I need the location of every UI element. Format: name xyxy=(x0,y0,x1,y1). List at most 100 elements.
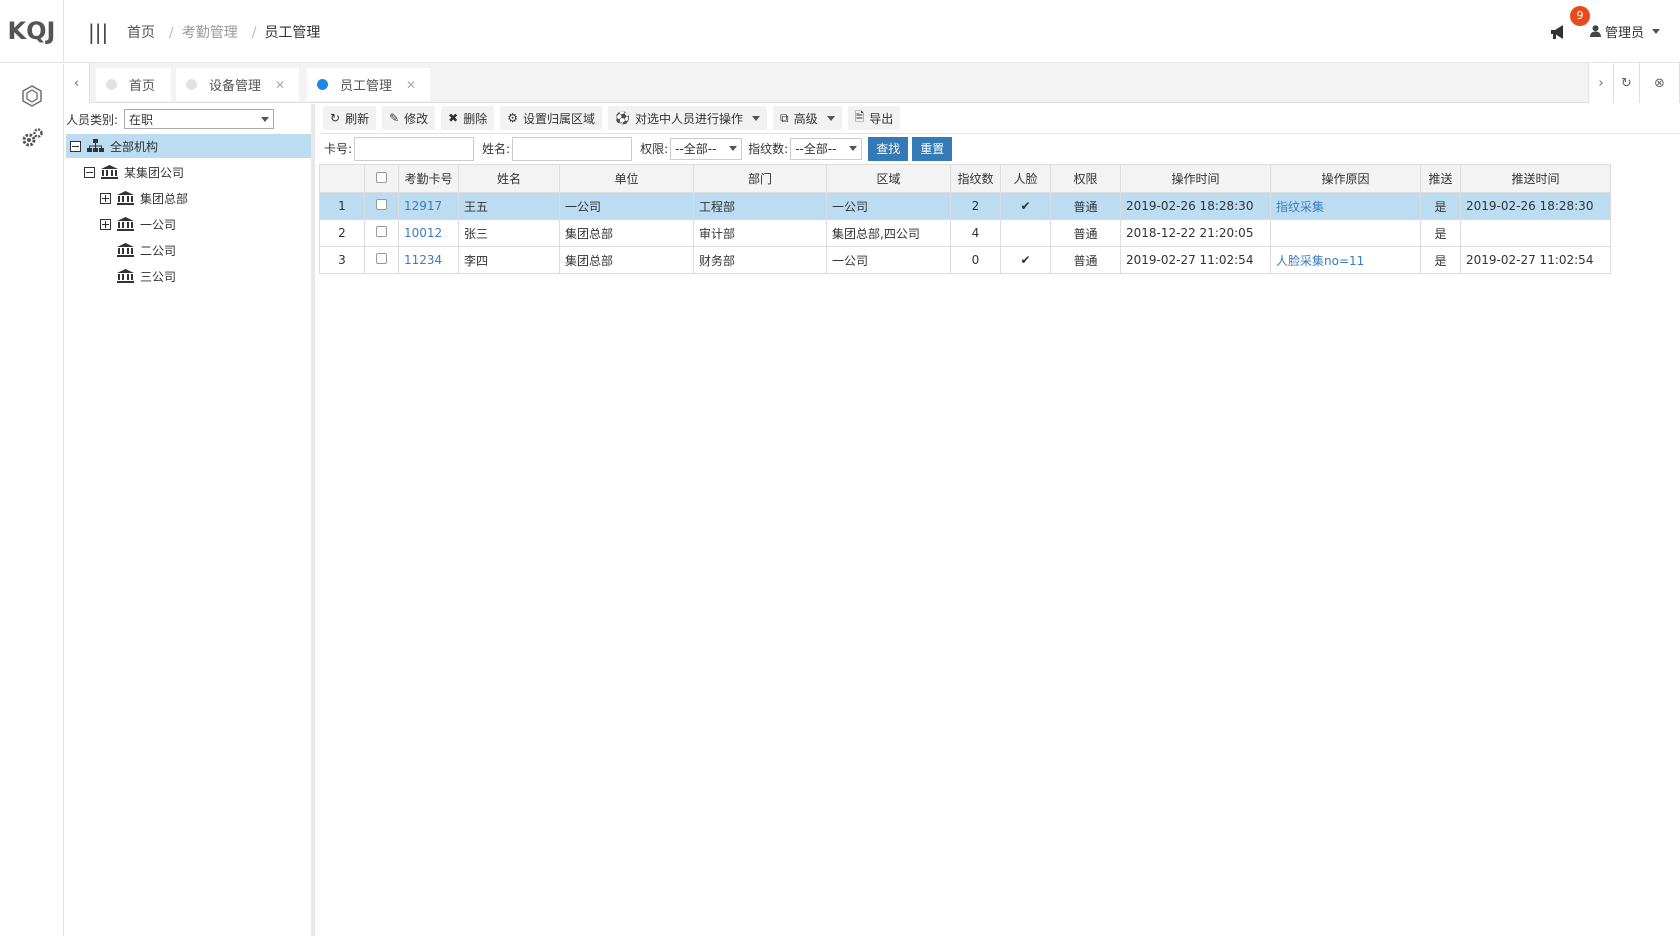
refresh-button[interactable]: ↻ 刷新 xyxy=(323,106,377,130)
notification-megaphone-icon[interactable]: 9 xyxy=(1550,6,1590,42)
op-time-cell: 2019-02-27 11:02:54 xyxy=(1120,246,1271,274)
tree-node-root[interactable]: 全部机构 xyxy=(66,134,311,158)
left-nav xyxy=(0,64,64,936)
column-header[interactable]: 操作时间 xyxy=(1120,164,1271,193)
op-time-cell: 2018-12-22 21:20:05 xyxy=(1120,219,1271,247)
table-row[interactable]: 2 10012 张三 集团总部 审计部 集团总部,四公司 4 普通 2018-1… xyxy=(319,219,1611,247)
search-button[interactable]: 查找 xyxy=(868,136,909,161)
hexagon-icon[interactable] xyxy=(20,84,44,108)
column-header[interactable]: 单位 xyxy=(559,164,694,193)
column-header[interactable]: 权限 xyxy=(1050,164,1121,193)
set-area-label: 设置归属区域 xyxy=(523,111,596,126)
column-header[interactable]: 指纹数 xyxy=(950,164,1001,193)
push-cell: 是 xyxy=(1420,219,1461,247)
breadcrumb-section[interactable]: 考勤管理 xyxy=(182,25,238,41)
tab-bar: ‹ 首页 设备管理 ✕ 员工管理 ✕ › ↻ ⊗ xyxy=(64,63,1680,103)
batch-ops-label: 对选中人员进行操作 xyxy=(634,111,743,126)
select-all-checkbox[interactable] xyxy=(376,171,387,183)
toolbar: ↻ 刷新 ✎ 修改 ✖ 删除 ⚙ 设置归属区域 ⚽ 对选中人员进行操作 ⧉ 高级 🗎 导出 xyxy=(319,104,1680,132)
user-menu[interactable]: 管理员 xyxy=(1589,22,1660,41)
card-no-cell[interactable]: 12917 xyxy=(398,192,459,220)
fingerprint-count-value: --全部-- xyxy=(795,142,837,156)
column-header[interactable]: 人脸 xyxy=(1000,164,1051,193)
tree-node-company-3[interactable]: 三公司 xyxy=(117,264,176,288)
column-header[interactable]: 推送 xyxy=(1420,164,1461,193)
tab-scroll-right-icon[interactable]: › xyxy=(1588,63,1614,103)
breadcrumb-current: 员工管理 xyxy=(264,25,321,41)
expand-icon[interactable] xyxy=(100,192,111,204)
permission-value: --全部-- xyxy=(675,142,717,156)
card-no-cell[interactable]: 10012 xyxy=(398,219,459,247)
delete-button[interactable]: ✖ 删除 xyxy=(441,106,495,130)
tab-label: 首页 xyxy=(129,79,156,94)
tab-employee-management[interactable]: 员工管理 ✕ xyxy=(307,68,430,101)
menu-toggle-icon[interactable]: ||| xyxy=(88,20,108,44)
permission-label: 权限: xyxy=(640,142,669,156)
tree-node-group[interactable]: 某集团公司 xyxy=(84,160,184,184)
dept-cell: 工程部 xyxy=(693,192,827,220)
row-checkbox[interactable] xyxy=(376,253,387,264)
external-link-icon: ⧉ xyxy=(779,110,789,125)
column-header[interactable]: 推送时间 xyxy=(1460,164,1611,193)
set-area-button[interactable]: ⚙ 设置归属区域 xyxy=(500,106,603,130)
tree-node-company-1[interactable]: 一公司 xyxy=(100,212,176,236)
refresh-tab-icon[interactable]: ↻ xyxy=(1614,63,1640,103)
export-button[interactable]: 🗎 导出 xyxy=(847,106,901,130)
row-checkbox[interactable] xyxy=(376,199,387,210)
row-number-header xyxy=(319,164,365,193)
column-header[interactable]: 区域 xyxy=(826,164,951,193)
close-all-tabs-icon[interactable]: ⊗ xyxy=(1640,63,1680,103)
op-reason-cell[interactable] xyxy=(1270,219,1421,247)
collapse-icon[interactable] xyxy=(84,166,95,178)
table-row[interactable]: 3 11234 李四 集团总部 财务部 一公司 0 ✔ 普通 2019-02-2… xyxy=(319,246,1611,274)
person-category-select[interactable]: 在职 xyxy=(124,109,275,129)
fingerprint-count-select[interactable]: --全部-- xyxy=(790,137,863,160)
chevron-down-icon xyxy=(729,146,738,151)
column-header[interactable]: 考勤卡号 xyxy=(398,164,459,193)
tab-home[interactable]: 首页 xyxy=(96,68,171,101)
batch-ops-dropdown[interactable]: ⚽ 对选中人员进行操作 xyxy=(608,106,767,130)
gear-icon: ⚙ xyxy=(507,111,518,125)
op-reason-cell[interactable]: 指纹采集 xyxy=(1270,192,1421,220)
tree-node-hq[interactable]: 集团总部 xyxy=(100,186,188,210)
close-icon[interactable]: ✕ xyxy=(406,78,416,92)
reset-button[interactable]: 重置 xyxy=(912,136,953,161)
tree-node-label: 集团总部 xyxy=(140,191,189,206)
expand-icon[interactable] xyxy=(100,218,111,230)
close-icon[interactable]: ✕ xyxy=(275,78,285,92)
column-header[interactable]: 姓名 xyxy=(458,164,560,193)
tab-device-management[interactable]: 设备管理 ✕ xyxy=(176,68,299,101)
permission-select[interactable]: --全部-- xyxy=(670,137,743,160)
fingerprint-count-cell: 0 xyxy=(950,246,1001,274)
column-header[interactable]: 部门 xyxy=(693,164,827,193)
notification-badge: 9 xyxy=(1569,6,1590,26)
breadcrumb-home[interactable]: 首页 xyxy=(127,25,155,41)
collapse-icon[interactable] xyxy=(70,140,81,152)
fingerprint-count-cell: 4 xyxy=(950,219,1001,247)
app-logo: KQJ xyxy=(0,0,64,63)
face-check-icon xyxy=(1000,219,1051,247)
table-row[interactable]: 1 12917 王五 一公司 工程部 一公司 2 ✔ 普通 2019-02-26… xyxy=(319,192,1611,220)
permission-cell: 普通 xyxy=(1050,246,1121,274)
gears-icon[interactable] xyxy=(20,126,44,150)
select-all-header xyxy=(364,164,399,193)
advanced-dropdown[interactable]: ⧉ 高级 xyxy=(772,106,842,130)
card-no-cell[interactable]: 11234 xyxy=(398,246,459,274)
table-header-row: 考勤卡号 姓名 单位 部门 区域 指纹数 人脸 权限 操作时间 操作原因 推送 … xyxy=(319,164,1611,193)
name-cell: 张三 xyxy=(458,219,560,247)
row-number: 3 xyxy=(319,246,365,274)
column-header[interactable]: 操作原因 xyxy=(1270,164,1421,193)
person-category-value: 在职 xyxy=(129,112,154,127)
person-category-filter: 人员类别: 在职 xyxy=(66,109,275,129)
fingerprint-count-cell: 2 xyxy=(950,192,1001,220)
name-input[interactable] xyxy=(512,136,633,161)
tab-scroll-left-icon[interactable]: ‹ xyxy=(64,63,90,103)
row-checkbox[interactable] xyxy=(376,226,387,237)
face-check-icon: ✔ xyxy=(1000,246,1051,274)
bank-icon xyxy=(101,165,118,179)
edit-button[interactable]: ✎ 修改 xyxy=(382,106,436,130)
op-reason-cell[interactable]: 人脸采集no=11 xyxy=(1270,246,1421,274)
tree-node-company-2[interactable]: 二公司 xyxy=(117,238,176,262)
card-no-input[interactable] xyxy=(354,136,475,161)
unit-cell: 集团总部 xyxy=(559,246,694,274)
